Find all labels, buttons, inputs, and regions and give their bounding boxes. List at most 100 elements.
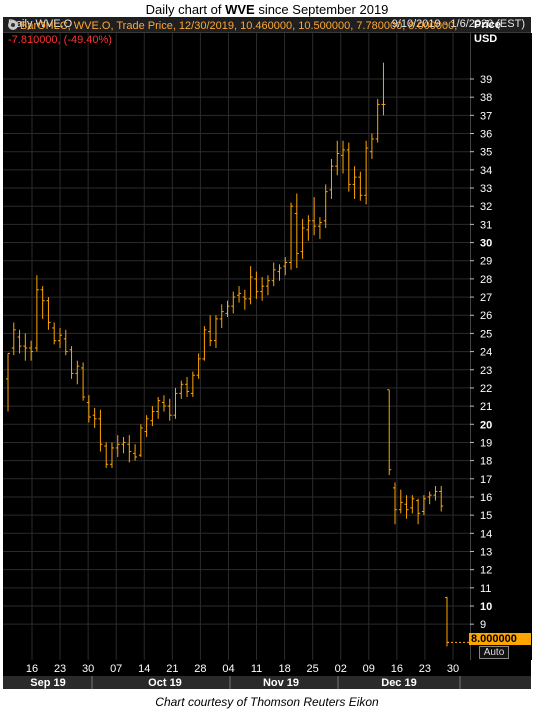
ohlc-bar[interactable] [265,275,270,296]
ohlc-bar[interactable] [398,489,403,514]
legend-series-info: BarOHLC, WVE.O, Trade Price, 12/30/2019,… [20,20,458,32]
ohlc-bar[interactable] [358,171,363,201]
ohlc-bar[interactable] [237,286,242,303]
ohlc-bar[interactable] [341,140,346,174]
ohlc-bar[interactable] [277,264,282,281]
ohlc-bar[interactable] [387,389,392,476]
y-tick-label: 13 [480,546,492,558]
ohlc-bar[interactable] [6,352,10,412]
x-tick-label: 16 [391,663,403,675]
ohlc-bar[interactable] [283,257,288,276]
y-tick-label: 25 [480,328,492,340]
ohlc-bar[interactable] [254,271,259,299]
ohlc-bar[interactable] [439,486,444,512]
ohlc-bar[interactable] [144,415,149,437]
ohlc-bar[interactable] [185,377,190,398]
ohlc-bar[interactable] [109,442,114,468]
ohlc-bar[interactable] [121,436,126,454]
ohlc-bar[interactable] [317,217,322,239]
ohlc-bar[interactable] [289,202,294,270]
ohlc-bar[interactable] [127,435,132,463]
ohlc-bar[interactable] [433,486,438,501]
ohlc-bar[interactable] [92,407,97,428]
ohlc-bar[interactable] [208,315,213,347]
ohlc-bar[interactable] [133,444,138,461]
ohlc-bar[interactable] [410,495,415,514]
ohlc-bar[interactable] [167,398,172,421]
ohlc-bar[interactable] [416,498,421,525]
y-tick-label: 26 [480,310,492,322]
ohlc-bar[interactable] [81,362,86,401]
ohlc-bar[interactable] [86,395,91,423]
ohlc-bar[interactable] [69,346,74,379]
y-tick-label: 37 [480,110,492,122]
x-tick-label: 23 [419,663,431,675]
ohlc-bar[interactable] [190,371,195,398]
y-tick-label: 14 [480,528,492,540]
x-tick-label: 30 [82,663,94,675]
ohlc-bar[interactable] [23,333,28,361]
ohlc-bar[interactable] [34,275,39,352]
x-tick-label: 11 [251,663,262,675]
month-label: Nov 19 [263,677,299,689]
ohlc-bar[interactable] [173,387,178,419]
ohlc-bar[interactable] [364,140,369,205]
y-tick-label: 9 [480,619,486,631]
ohlc-bar[interactable] [329,158,334,199]
x-tick-label: 07 [110,663,122,675]
ohlc-bar[interactable] [375,98,380,143]
ohlc-bar[interactable] [75,360,80,385]
ohlc-bar[interactable] [11,322,16,356]
ohlc-bar[interactable] [98,409,103,452]
ohlc-bar[interactable] [248,266,253,305]
month-label: Dec 19 [381,677,416,689]
ohlc-bar[interactable] [352,166,357,199]
y-tick-label: 21 [480,401,492,413]
ohlc-bar[interactable] [29,340,34,361]
last-price-badge: 8.000000 [469,633,531,645]
ohlc-bar[interactable] [271,262,276,287]
legend-settings-icon[interactable] [8,20,18,30]
y-tick-label: 32 [480,201,492,213]
ohlc-bar[interactable] [179,380,184,399]
axis-title-line1: Price [474,19,501,31]
ohlc-bar[interactable] [161,395,166,412]
ohlc-bar[interactable] [213,315,218,348]
y-tick-label: 38 [480,92,492,104]
chart-caption: Chart courtesy of Thomson Reuters Eikon [155,695,379,709]
legend-change: -7.810000, (-49.40%) [8,34,112,46]
ohlc-bar[interactable] [381,62,386,116]
ohlc-bar[interactable] [346,142,351,192]
y-tick-label: 24 [480,347,492,359]
ohlc-bar[interactable] [46,297,51,330]
y-tick-label: 10 [480,601,492,613]
x-tick-label: 04 [222,663,234,675]
ohlc-bar[interactable] [300,218,305,259]
y-tick-label: 20 [480,419,492,431]
ohlc-bar[interactable] [294,193,299,268]
ohlc-bar[interactable] [150,406,155,427]
y-tick-label: 23 [480,365,492,377]
y-tick-label: 34 [480,165,492,177]
ohlc-bar[interactable] [138,424,143,457]
x-tick-label: 21 [166,663,178,675]
ohlc-bar[interactable] [104,442,109,468]
price-axis-title: Price USD [474,18,501,46]
ohlc-bar[interactable] [202,326,207,361]
ohlc-bar[interactable] [40,286,45,319]
auto-scale-button[interactable]: Auto [479,646,509,659]
x-tick-label: 23 [54,663,66,675]
ohlc-bar[interactable] [369,133,374,159]
ohlc-bar[interactable] [242,289,247,310]
ohlc-bar[interactable] [445,596,449,647]
ohlc-bar[interactable] [156,397,161,419]
ohlc-bar[interactable] [306,215,311,241]
ohlc-bar[interactable] [427,491,432,505]
legend-line-1: BarOHLC, WVE.O, Trade Price, 12/30/2019,… [8,20,457,32]
y-tick-label: 16 [480,492,492,504]
ohlc-bar[interactable] [57,327,62,348]
ohlc-bar[interactable] [231,291,236,314]
ohlc-bar[interactable] [219,304,224,328]
x-tick-label: 25 [307,663,319,675]
y-tick-label: 18 [480,456,492,468]
